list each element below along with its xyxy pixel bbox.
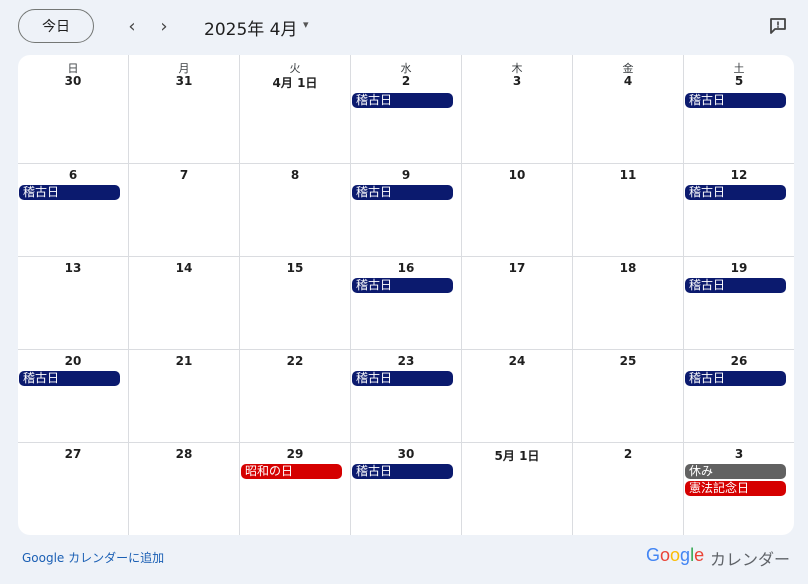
day-number[interactable]: 22: [240, 354, 350, 368]
column-divider: [128, 55, 129, 535]
add-to-google-calendar-link[interactable]: Google カレンダーに追加: [22, 549, 164, 566]
day-number[interactable]: 9: [351, 168, 461, 182]
day-number[interactable]: 21: [129, 354, 239, 368]
today-button[interactable]: 今日: [18, 9, 94, 43]
event-chip[interactable]: 稽古日: [685, 185, 786, 200]
day-number[interactable]: 20: [18, 354, 128, 368]
column-divider: [350, 55, 351, 535]
calendar-wordmark: カレンダー: [710, 550, 791, 569]
event-chip[interactable]: 稽古日: [352, 371, 453, 386]
prev-month-button[interactable]: ‹: [120, 14, 144, 38]
event-chip[interactable]: 稽古日: [352, 464, 453, 479]
day-number[interactable]: 5月 1日: [462, 447, 572, 464]
day-number[interactable]: 19: [684, 261, 794, 275]
day-number[interactable]: 18: [573, 261, 683, 275]
chevron-left-icon: ‹: [128, 15, 136, 37]
day-number[interactable]: 28: [129, 447, 239, 461]
day-number[interactable]: 2: [573, 447, 683, 461]
toolbar: 今日 ‹ › 2025年 4月 ▾: [0, 0, 808, 54]
event-chip[interactable]: 稽古日: [352, 93, 453, 108]
day-number[interactable]: 12: [684, 168, 794, 182]
column-divider: [239, 55, 240, 535]
event-chip[interactable]: 稽古日: [352, 278, 453, 293]
feedback-icon[interactable]: [768, 16, 788, 36]
day-number[interactable]: 11: [573, 168, 683, 182]
day-number[interactable]: 4月 1日: [240, 74, 350, 91]
event-chip[interactable]: 休み: [685, 464, 786, 479]
day-number[interactable]: 29: [240, 447, 350, 461]
google-logo: Google: [646, 545, 705, 565]
day-number[interactable]: 16: [351, 261, 461, 275]
event-chip[interactable]: 稽古日: [19, 185, 120, 200]
event-chip[interactable]: 稽古日: [19, 371, 120, 386]
day-number[interactable]: 31: [129, 74, 239, 88]
event-chip[interactable]: 稽古日: [685, 93, 786, 108]
day-number[interactable]: 7: [129, 168, 239, 182]
month-grid: 日月火水木金土 30 31 4月 1日 2 3 4 5 6 7 8 9 10 11 12 13 14 15 16 17…: [18, 55, 794, 535]
row-divider: [18, 163, 794, 164]
event-chip[interactable]: 憲法記念日: [685, 481, 786, 496]
day-number[interactable]: 3: [684, 447, 794, 461]
day-number[interactable]: 13: [18, 261, 128, 275]
column-divider: [683, 55, 684, 535]
day-number[interactable]: 30: [351, 447, 461, 461]
row-divider: [18, 256, 794, 257]
day-number[interactable]: 25: [573, 354, 683, 368]
row-divider: [18, 442, 794, 443]
day-number[interactable]: 2: [351, 74, 461, 88]
day-number[interactable]: 17: [462, 261, 572, 275]
day-number[interactable]: 26: [684, 354, 794, 368]
next-month-button[interactable]: ›: [152, 14, 176, 38]
event-chip[interactable]: 昭和の日: [241, 464, 342, 479]
event-chip[interactable]: 稽古日: [685, 278, 786, 293]
day-number[interactable]: 27: [18, 447, 128, 461]
day-number[interactable]: 4: [573, 74, 683, 88]
month-title[interactable]: 2025年 4月: [204, 15, 297, 40]
day-number[interactable]: 5: [684, 74, 794, 88]
event-chip[interactable]: 稽古日: [352, 185, 453, 200]
day-number[interactable]: 6: [18, 168, 128, 182]
day-number[interactable]: 30: [18, 74, 128, 88]
day-number[interactable]: 14: [129, 261, 239, 275]
day-number[interactable]: 24: [462, 354, 572, 368]
chevron-right-icon: ›: [160, 15, 168, 37]
day-number[interactable]: 3: [462, 74, 572, 88]
day-number[interactable]: 23: [351, 354, 461, 368]
column-divider: [572, 55, 573, 535]
day-number[interactable]: 10: [462, 168, 572, 182]
row-divider: [18, 349, 794, 350]
day-number[interactable]: 8: [240, 168, 350, 182]
event-chip[interactable]: 稽古日: [685, 371, 786, 386]
caret-down-icon[interactable]: ▾: [303, 18, 309, 31]
day-number[interactable]: 15: [240, 261, 350, 275]
